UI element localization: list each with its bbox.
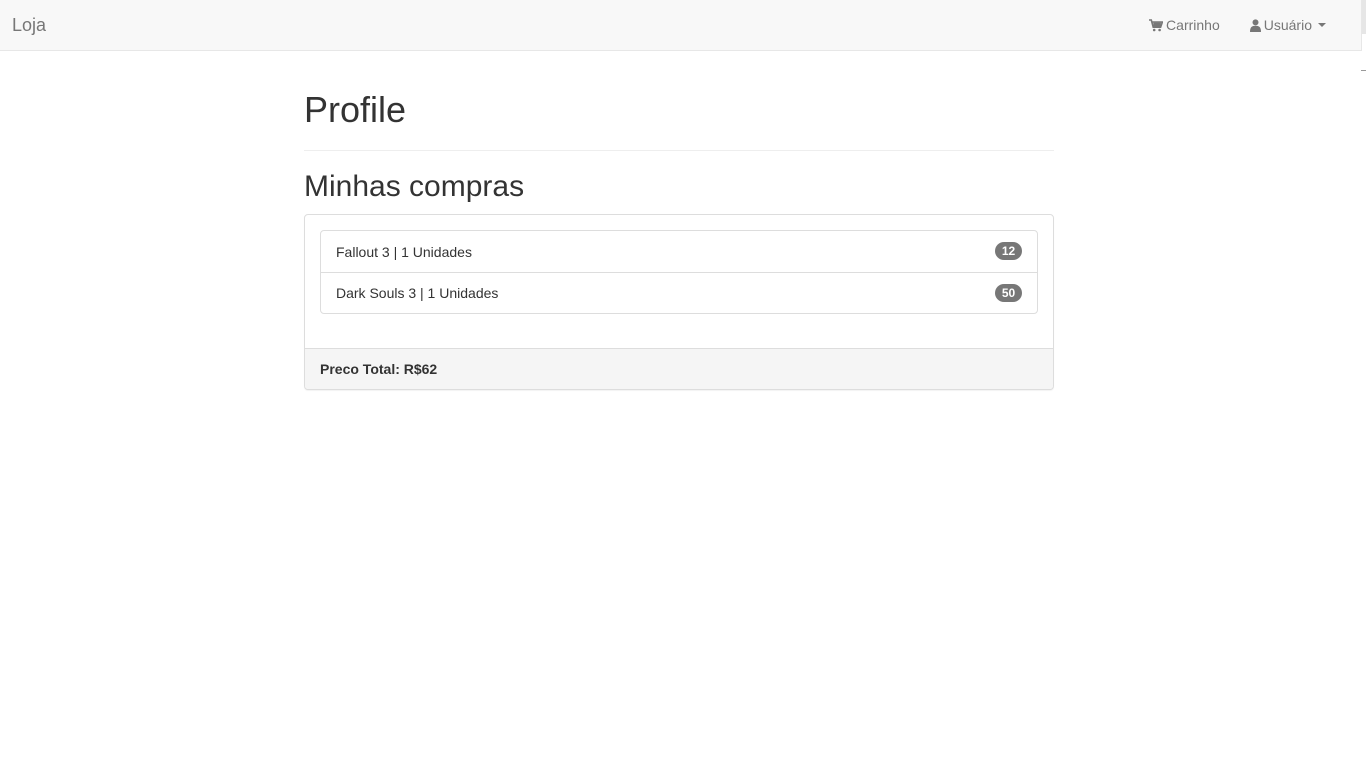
purchases-panel: Fallout 3 | 1 Unidades 12 Dark Souls 3 |… bbox=[304, 214, 1054, 390]
brand-link[interactable]: Loja bbox=[12, 14, 46, 36]
page-title: Profile bbox=[304, 89, 407, 130]
navbar-right: Carrinho Usuário bbox=[1134, 0, 1341, 50]
purchase-label: Dark Souls 3 | 1 Unidades bbox=[336, 285, 499, 301]
user-dropdown[interactable]: Usuário bbox=[1235, 0, 1341, 50]
top-navbar: Loja Carrinho Usuário bbox=[0, 0, 1362, 51]
total-price: Preco Total: R$62 bbox=[320, 361, 438, 377]
list-item: Dark Souls 3 | 1 Unidades 50 bbox=[321, 272, 1037, 313]
purchases-list: Fallout 3 | 1 Unidades 12 Dark Souls 3 |… bbox=[320, 230, 1038, 314]
title-divider bbox=[304, 150, 1054, 151]
shopping-cart-icon bbox=[1149, 18, 1164, 31]
user-label: Usuário bbox=[1263, 17, 1312, 33]
user-icon bbox=[1249, 18, 1261, 32]
list-item: Fallout 3 | 1 Unidades 12 bbox=[321, 231, 1037, 272]
price-badge: 50 bbox=[995, 284, 1022, 302]
chevron-down-icon bbox=[1318, 23, 1326, 27]
scrollbar-tick bbox=[1361, 70, 1366, 71]
cart-link[interactable]: Carrinho bbox=[1134, 0, 1235, 50]
cart-label: Carrinho bbox=[1166, 17, 1220, 33]
panel-footer: Preco Total: R$62 bbox=[305, 348, 1053, 389]
purchase-label: Fallout 3 | 1 Unidades bbox=[336, 243, 472, 260]
scrollbar-edge bbox=[1362, 0, 1366, 34]
price-badge: 12 bbox=[995, 242, 1022, 260]
section-title: Minhas compras bbox=[304, 170, 525, 203]
